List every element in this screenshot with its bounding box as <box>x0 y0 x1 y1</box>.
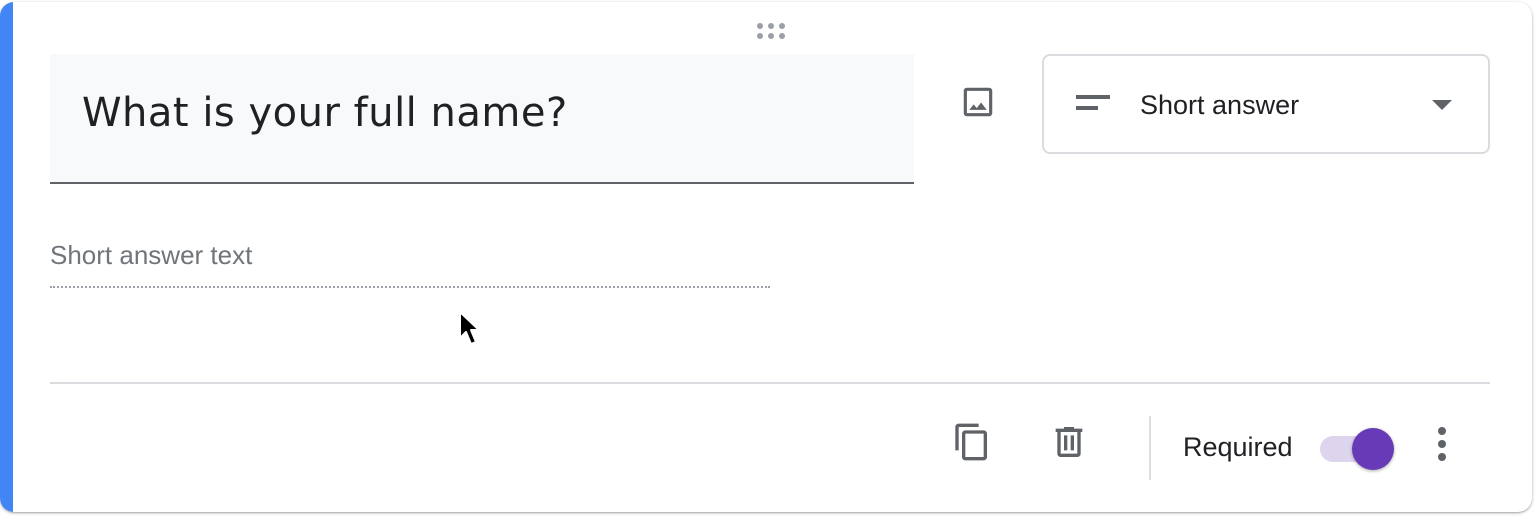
question-title-text[interactable]: What is your full name? <box>82 90 568 136</box>
drag-handle-icon[interactable] <box>756 22 786 40</box>
mouse-pointer-icon <box>458 310 484 348</box>
copy-icon <box>952 422 992 467</box>
question-type-dropdown[interactable]: Short answer <box>1042 54 1490 154</box>
dropdown-arrow-icon <box>1430 98 1454 112</box>
active-accent-bar <box>0 2 13 512</box>
required-label: Required <box>1183 432 1293 462</box>
required-toggle[interactable] <box>1318 426 1398 470</box>
delete-button[interactable] <box>1041 416 1097 472</box>
add-image-button[interactable] <box>952 78 1004 130</box>
short-text-icon <box>1074 92 1114 116</box>
more-options-button[interactable] <box>1422 420 1462 472</box>
footer-separator <box>1149 416 1151 480</box>
toggle-knob <box>1352 428 1394 470</box>
short-answer-preview: Short answer text <box>50 240 770 288</box>
image-icon <box>959 83 997 126</box>
more-vert-icon <box>1436 426 1448 467</box>
short-answer-placeholder: Short answer text <box>50 240 253 270</box>
footer-divider <box>50 382 1490 384</box>
question-type-label: Short answer <box>1140 90 1300 120</box>
question-title-field[interactable]: What is your full name? <box>50 54 914 184</box>
trash-icon <box>1049 422 1089 467</box>
duplicate-button[interactable] <box>944 416 1000 472</box>
question-card[interactable]: What is your full name? Short answer Sho… <box>0 2 1532 512</box>
